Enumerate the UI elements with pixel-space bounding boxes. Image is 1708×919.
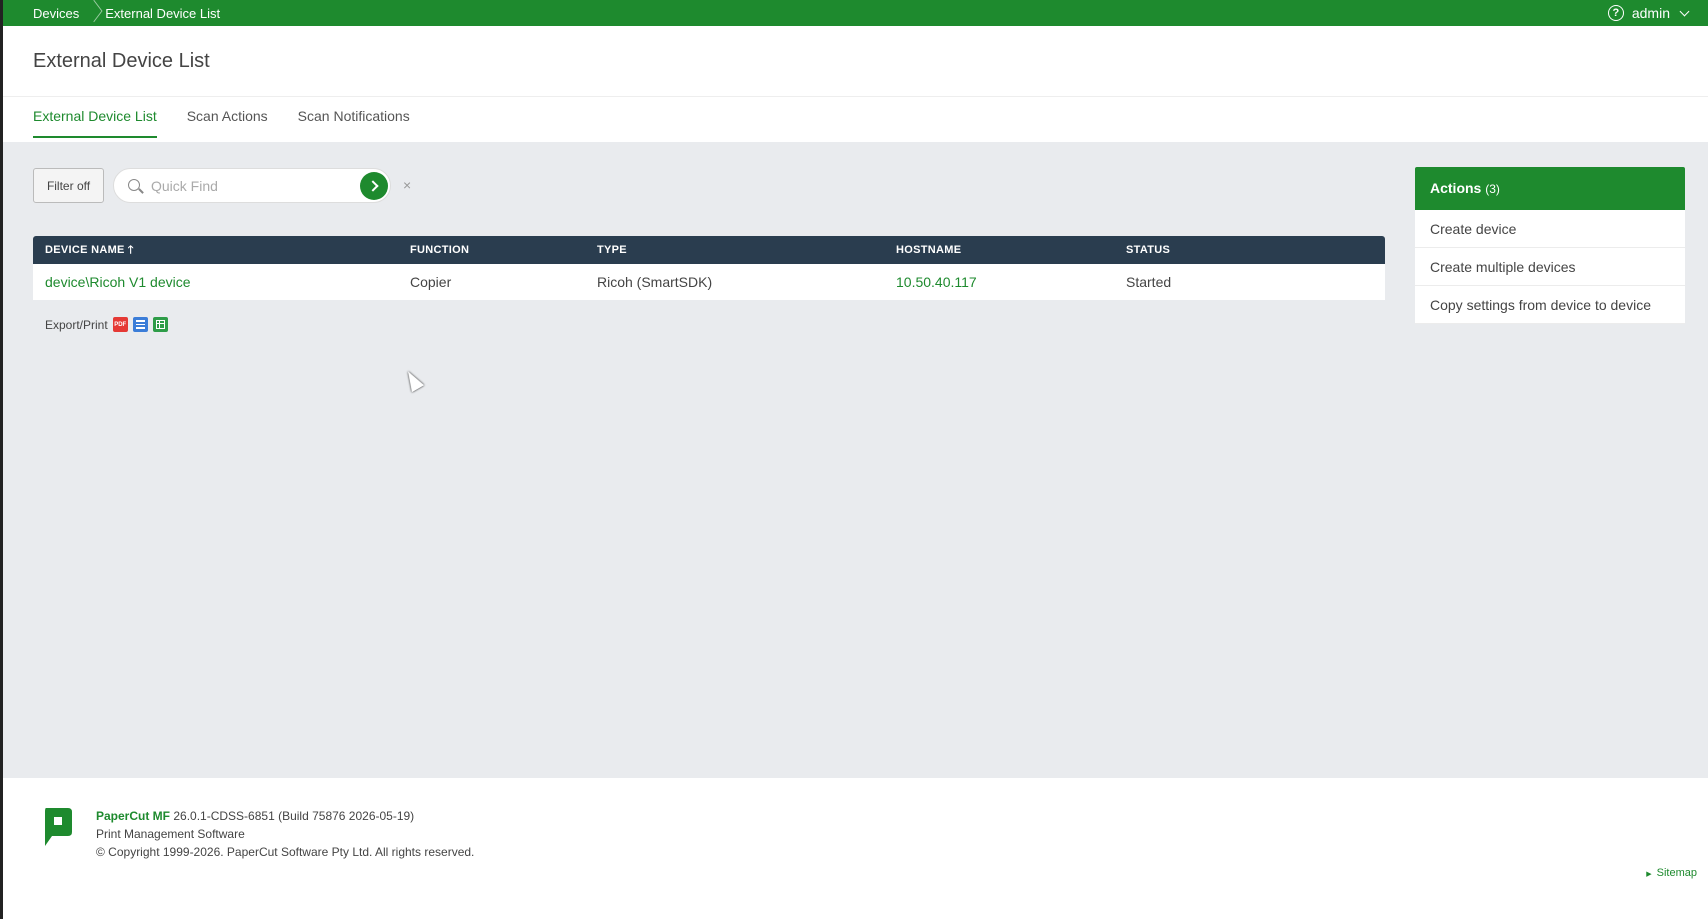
actions-title: Actions [1430,180,1482,196]
tab-external-device-list[interactable]: External Device List [33,108,157,138]
action-create-device[interactable]: Create device [1415,210,1685,248]
device-table: DEVICE NAME 🡑 FUNCTION TYPE HOSTNAME STAT… [33,236,1385,300]
chevron-down-icon[interactable] [1679,6,1690,16]
column-header-type[interactable]: TYPE [597,236,627,264]
user-menu[interactable]: ? admin [1607,0,1690,26]
tab-scan-notifications[interactable]: Scan Notifications [298,108,410,138]
breadcrumb-devices[interactable]: Devices [33,6,79,21]
actions-header: Actions (3) [1415,167,1685,210]
quick-find-go-button[interactable] [360,172,388,200]
device-hostname-link[interactable]: 10.50.40.117 [896,264,977,300]
column-header-hostname[interactable]: HOSTNAME [896,236,961,264]
breadcrumb: Devices External Device List [33,0,220,26]
window-left-edge [0,0,3,919]
help-icon[interactable]: ? [1607,5,1624,21]
sort-ascending-icon: 🡑 [127,244,134,256]
page-footer: PaperCut MF 26.0.1-CDSS-6851 (Build 7587… [3,778,1708,919]
device-name-link[interactable]: device\Ricoh V1 device [45,264,191,300]
table-header: DEVICE NAME 🡑 FUNCTION TYPE HOSTNAME STAT… [33,236,1385,264]
page-header: External Device List External Device Lis… [3,26,1708,142]
product-subtitle: Print Management Software [96,827,245,841]
actions-count: (3) [1485,182,1500,196]
product-name: PaperCut MF [96,809,171,823]
csv-icon[interactable] [152,317,168,332]
table-row: device\Ricoh V1 device Copier Ricoh (Sma… [33,264,1385,300]
mouse-cursor-icon [401,367,425,393]
device-function: Copier [410,274,452,290]
tab-scan-actions[interactable]: Scan Actions [187,108,268,138]
top-bar: Devices External Device List ? admin [0,0,1708,26]
user-name[interactable]: admin [1632,5,1670,21]
html-icon[interactable] [132,317,148,332]
close-icon[interactable]: × [403,177,411,193]
actions-panel: Actions (3) Create device Create multipl… [1415,167,1685,324]
tab-bar: External Device List Scan Actions Scan N… [33,108,410,138]
quick-find-box [113,168,391,203]
page-title: External Device List [33,50,210,72]
caret-right-icon: ▶ [1646,871,1652,878]
product-version: 26.0.1-CDSS-6851 (Build 75876 2026-05-19… [173,809,415,823]
action-create-multiple-devices[interactable]: Create multiple devices [1415,248,1685,286]
breadcrumb-separator-icon [87,0,97,26]
action-copy-settings[interactable]: Copy settings from device to device [1415,286,1685,324]
column-label: DEVICE NAME [45,244,125,256]
papercut-logo [45,808,72,846]
search-icon [128,179,140,191]
device-type: Ricoh (SmartSDK) [597,274,713,290]
column-header-device-name[interactable]: DEVICE NAME 🡑 [45,236,134,264]
export-print: Export/Print PDF [45,317,168,332]
pdf-icon[interactable]: PDF [112,317,128,332]
breadcrumb-current: External Device List [105,5,221,21]
footer-info: PaperCut MF 26.0.1-CDSS-6851 (Build 7587… [96,807,474,861]
sitemap-label: Sitemap [1656,867,1697,879]
device-status: Started [1126,274,1172,290]
quick-find-input[interactable] [151,176,341,196]
header-divider [3,96,1708,97]
copyright: © Copyright 1999-2026. PaperCut Software… [96,845,475,859]
column-header-status[interactable]: STATUS [1126,236,1170,264]
column-header-function[interactable]: FUNCTION [410,236,469,264]
sitemap-link[interactable]: ▶ Sitemap [1646,867,1697,879]
export-label: Export/Print [45,317,108,332]
filter-toggle-button[interactable]: Filter off [33,168,104,203]
